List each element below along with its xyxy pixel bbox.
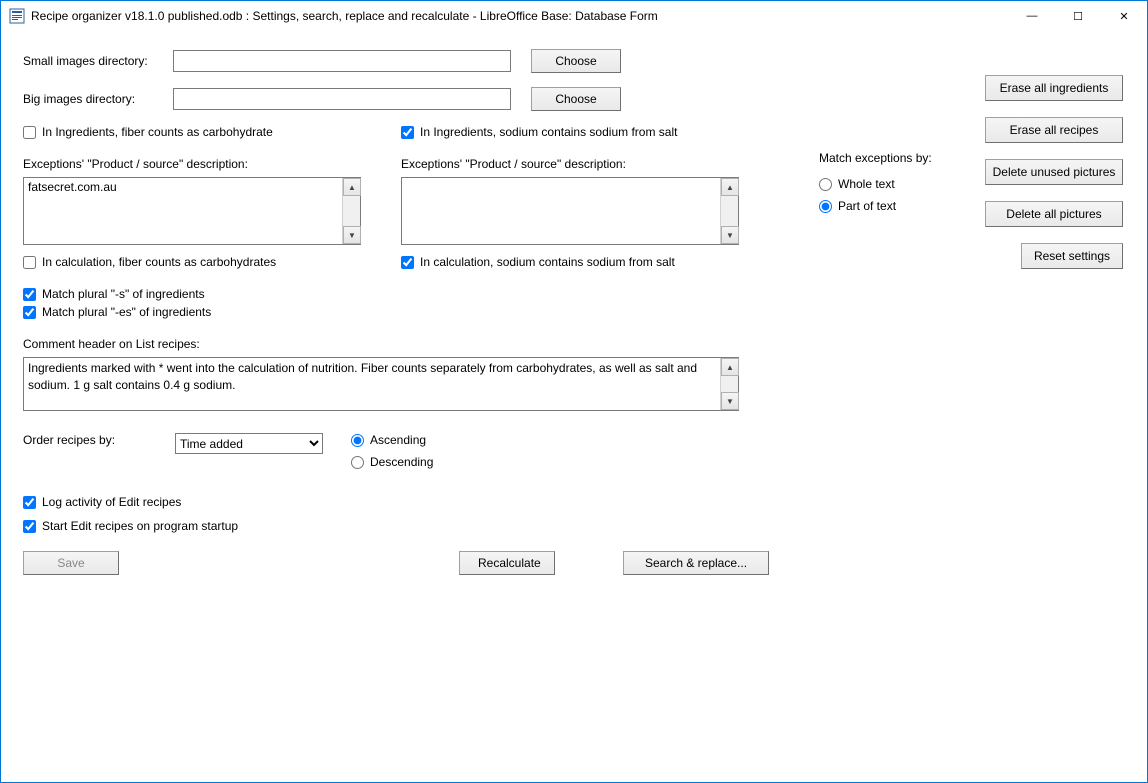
exceptions-desc-label-1: Exceptions' "Product / source" descripti…	[23, 157, 381, 171]
order-by-select[interactable]: Time added	[175, 433, 323, 454]
match-plural-es-label: Match plural "-es" of ingredients	[42, 305, 211, 319]
order-by-label: Order recipes by:	[23, 433, 147, 447]
scroll-up-icon[interactable]: ▲	[721, 358, 739, 376]
calc-sodium-label: In calculation, sodium contains sodium f…	[420, 255, 675, 269]
sodium-salt-label: In Ingredients, sodium contains sodium f…	[420, 125, 677, 139]
match-exceptions-label: Match exceptions by:	[819, 151, 932, 165]
choose-big-dir-button[interactable]: Choose	[531, 87, 621, 111]
match-plural-s-label: Match plural "-s" of ingredients	[42, 287, 205, 301]
whole-text-label: Whole text	[838, 177, 895, 191]
reset-settings-button[interactable]: Reset settings	[1021, 243, 1123, 269]
start-edit-checkbox[interactable]	[23, 520, 36, 533]
window-title: Recipe organizer v18.1.0 published.odb :…	[31, 9, 1009, 23]
whole-text-radio[interactable]	[819, 178, 832, 191]
close-button[interactable]: ✕	[1101, 1, 1147, 31]
comment-header-label: Comment header on List recipes:	[23, 337, 1125, 351]
log-activity-label: Log activity of Edit recipes	[42, 495, 181, 509]
scroll-down-icon[interactable]: ▼	[721, 226, 739, 244]
titlebar: Recipe organizer v18.1.0 published.odb :…	[1, 1, 1147, 31]
ascending-label: Ascending	[370, 433, 426, 447]
fiber-carb-label: In Ingredients, fiber counts as carbohyd…	[42, 125, 273, 139]
app-icon	[9, 8, 25, 24]
scrollbar[interactable]: ▲ ▼	[720, 178, 738, 244]
comment-header-textarea[interactable]: Ingredients marked with * went into the …	[24, 358, 720, 410]
match-plural-es-checkbox[interactable]	[23, 306, 36, 319]
delete-unused-pictures-button[interactable]: Delete unused pictures	[985, 159, 1123, 185]
erase-ingredients-button[interactable]: Erase all ingredients	[985, 75, 1123, 101]
search-replace-button[interactable]: Search & replace...	[623, 551, 769, 575]
scrollbar[interactable]: ▲ ▼	[720, 358, 738, 410]
scroll-up-icon[interactable]: ▲	[721, 178, 739, 196]
log-activity-checkbox[interactable]	[23, 496, 36, 509]
part-text-radio[interactable]	[819, 200, 832, 213]
big-images-dir-input[interactable]	[173, 88, 511, 110]
exceptions-textarea-1[interactable]: fatsecret.com.au	[24, 178, 342, 244]
scrollbar[interactable]: ▲ ▼	[342, 178, 360, 244]
minimize-button[interactable]: —	[1009, 1, 1055, 31]
sodium-salt-checkbox[interactable]	[401, 126, 414, 139]
scroll-down-icon[interactable]: ▼	[343, 226, 361, 244]
recalculate-button[interactable]: Recalculate	[459, 551, 555, 575]
scroll-up-icon[interactable]: ▲	[343, 178, 361, 196]
descending-label: Descending	[370, 455, 433, 469]
calc-sodium-checkbox[interactable]	[401, 256, 414, 269]
delete-all-pictures-button[interactable]: Delete all pictures	[985, 201, 1123, 227]
scroll-down-icon[interactable]: ▼	[721, 392, 739, 410]
calc-fiber-checkbox[interactable]	[23, 256, 36, 269]
descending-radio[interactable]	[351, 456, 364, 469]
start-edit-label: Start Edit recipes on program startup	[42, 519, 238, 533]
part-text-label: Part of text	[838, 199, 896, 213]
small-images-dir-input[interactable]	[173, 50, 511, 72]
fiber-carb-checkbox[interactable]	[23, 126, 36, 139]
choose-small-dir-button[interactable]: Choose	[531, 49, 621, 73]
calc-fiber-label: In calculation, fiber counts as carbohyd…	[42, 255, 276, 269]
maximize-button[interactable]: ☐	[1055, 1, 1101, 31]
exceptions-textarea-2[interactable]	[402, 178, 720, 244]
match-plural-s-checkbox[interactable]	[23, 288, 36, 301]
big-images-dir-label: Big images directory:	[23, 92, 173, 106]
exceptions-desc-label-2: Exceptions' "Product / source" descripti…	[401, 157, 759, 171]
erase-recipes-button[interactable]: Erase all recipes	[985, 117, 1123, 143]
save-button[interactable]: Save	[23, 551, 119, 575]
ascending-radio[interactable]	[351, 434, 364, 447]
small-images-dir-label: Small images directory:	[23, 54, 173, 68]
